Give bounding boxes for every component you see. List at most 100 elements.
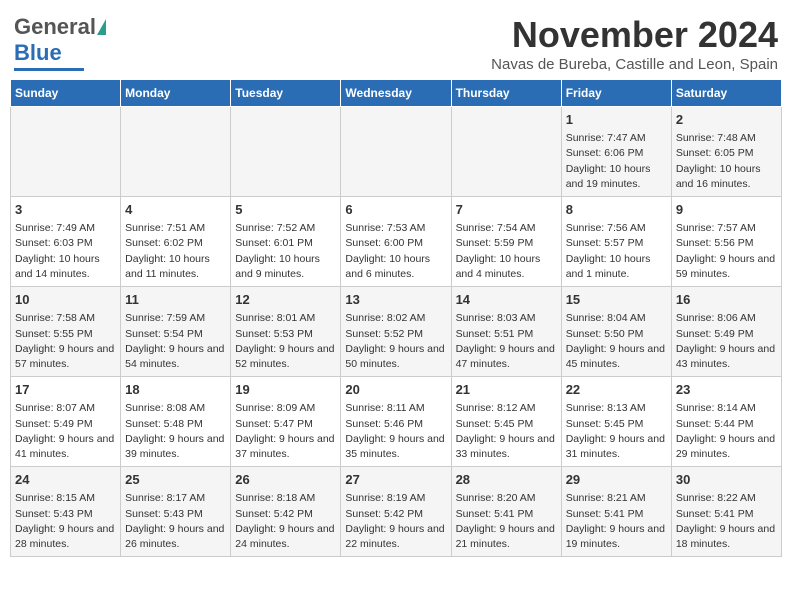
- day-number: 16: [676, 291, 777, 309]
- day-number: 27: [345, 471, 446, 489]
- day-number: 2: [676, 111, 777, 129]
- day-info: Sunrise: 8:08 AMSunset: 5:48 PMDaylight:…: [125, 401, 226, 462]
- calendar-cell: 1 Sunrise: 7:47 AMSunset: 6:06 PMDaylight…: [561, 107, 671, 197]
- day-info: Sunrise: 8:13 AMSunset: 5:45 PMDaylight:…: [566, 401, 667, 462]
- day-number: 14: [456, 291, 557, 309]
- calendar-cell: 23 Sunrise: 8:14 AMSunset: 5:44 PMDayligh…: [671, 377, 781, 467]
- day-info: Sunrise: 8:17 AMSunset: 5:43 PMDaylight:…: [125, 491, 226, 552]
- calendar-cell: 17Sunrise: 8:07 AMSunset: 5:49 PMDayligh…: [11, 377, 121, 467]
- calendar-cell: 10 Sunrise: 7:58 AMSunset: 5:55 PMDayligh…: [11, 287, 121, 377]
- day-info: Sunrise: 8:04 AMSunset: 5:50 PMDaylight:…: [566, 311, 667, 372]
- day-number: 13: [345, 291, 446, 309]
- calendar-cell: 12Sunrise: 8:01 AMSunset: 5:53 PMDayligh…: [231, 287, 341, 377]
- day-info: Sunrise: 8:22 AMSunset: 5:41 PMDaylight:…: [676, 491, 777, 552]
- day-info: Sunrise: 7:52 AMSunset: 6:01 PMDaylight:…: [235, 221, 336, 282]
- day-info: Sunrise: 7:48 AMSunset: 6:05 PMDaylight:…: [676, 131, 777, 192]
- logo-blue-text: Blue: [14, 40, 62, 66]
- calendar-cell: 30 Sunrise: 8:22 AMSunset: 5:41 PMDayligh…: [671, 467, 781, 557]
- day-info: Sunrise: 8:06 AMSunset: 5:49 PMDaylight:…: [676, 311, 777, 372]
- logo-general-text: General: [14, 14, 96, 40]
- day-number: 24: [15, 471, 116, 489]
- title-area: November 2024 Navas de Bureba, Castille …: [491, 14, 778, 73]
- day-info: Sunrise: 8:03 AMSunset: 5:51 PMDaylight:…: [456, 311, 557, 372]
- day-info: Sunrise: 7:54 AMSunset: 5:59 PMDaylight:…: [456, 221, 557, 282]
- calendar-cell: [11, 107, 121, 197]
- day-number: 5: [235, 201, 336, 219]
- calendar-cell: 22 Sunrise: 8:13 AMSunset: 5:45 PMDayligh…: [561, 377, 671, 467]
- calendar-cell: 4 Sunrise: 7:51 AMSunset: 6:02 PMDaylight…: [121, 197, 231, 287]
- calendar-cell: 5 Sunrise: 7:52 AMSunset: 6:01 PMDaylight…: [231, 197, 341, 287]
- day-info: Sunrise: 8:18 AMSunset: 5:42 PMDaylight:…: [235, 491, 336, 552]
- day-number: 4: [125, 201, 226, 219]
- calendar-cell: 9Sunrise: 7:57 AMSunset: 5:56 PMDaylight…: [671, 197, 781, 287]
- calendar-cell: 18 Sunrise: 8:08 AMSunset: 5:48 PMDayligh…: [121, 377, 231, 467]
- day-number: 20: [345, 381, 446, 399]
- day-number: 1: [566, 111, 667, 129]
- calendar-week-row: 17Sunrise: 8:07 AMSunset: 5:49 PMDayligh…: [11, 377, 782, 467]
- calendar-cell: 11 Sunrise: 7:59 AMSunset: 5:54 PMDayligh…: [121, 287, 231, 377]
- calendar-cell: [231, 107, 341, 197]
- day-info: Sunrise: 8:01 AMSunset: 5:53 PMDaylight:…: [235, 311, 336, 372]
- day-info: Sunrise: 7:58 AMSunset: 5:55 PMDaylight:…: [15, 311, 116, 372]
- day-number: 18: [125, 381, 226, 399]
- calendar-day-header: Sunday: [11, 80, 121, 107]
- day-number: 15: [566, 291, 667, 309]
- day-info: Sunrise: 7:56 AMSunset: 5:57 PMDaylight:…: [566, 221, 667, 282]
- day-number: 11: [125, 291, 226, 309]
- day-info: Sunrise: 7:59 AMSunset: 5:54 PMDaylight:…: [125, 311, 226, 372]
- logo: General Blue: [14, 14, 107, 71]
- calendar-day-header: Monday: [121, 80, 231, 107]
- day-info: Sunrise: 7:51 AMSunset: 6:02 PMDaylight:…: [125, 221, 226, 282]
- calendar-cell: 7 Sunrise: 7:54 AMSunset: 5:59 PMDaylight…: [451, 197, 561, 287]
- day-info: Sunrise: 8:19 AMSunset: 5:42 PMDaylight:…: [345, 491, 446, 552]
- day-info: Sunrise: 7:53 AMSunset: 6:00 PMDaylight:…: [345, 221, 446, 282]
- day-number: 17: [15, 381, 116, 399]
- location-subtitle: Navas de Bureba, Castille and Leon, Spai…: [491, 56, 778, 73]
- calendar-cell: 19Sunrise: 8:09 AMSunset: 5:47 PMDayligh…: [231, 377, 341, 467]
- day-info: Sunrise: 8:14 AMSunset: 5:44 PMDaylight:…: [676, 401, 777, 462]
- calendar-cell: 21Sunrise: 8:12 AMSunset: 5:45 PMDayligh…: [451, 377, 561, 467]
- calendar-week-row: 10 Sunrise: 7:58 AMSunset: 5:55 PMDayligh…: [11, 287, 782, 377]
- calendar-table: SundayMondayTuesdayWednesdayThursdayFrid…: [10, 79, 782, 557]
- day-number: 10: [15, 291, 116, 309]
- day-number: 25: [125, 471, 226, 489]
- day-number: 30: [676, 471, 777, 489]
- day-number: 19: [235, 381, 336, 399]
- calendar-day-header: Thursday: [451, 80, 561, 107]
- calendar-cell: 26 Sunrise: 8:18 AMSunset: 5:42 PMDayligh…: [231, 467, 341, 557]
- day-number: 28: [456, 471, 557, 489]
- calendar-cell: 25 Sunrise: 8:17 AMSunset: 5:43 PMDayligh…: [121, 467, 231, 557]
- calendar-cell: 2 Sunrise: 7:48 AMSunset: 6:05 PMDaylight…: [671, 107, 781, 197]
- day-info: Sunrise: 8:21 AMSunset: 5:41 PMDaylight:…: [566, 491, 667, 552]
- day-info: Sunrise: 8:20 AMSunset: 5:41 PMDaylight:…: [456, 491, 557, 552]
- calendar-week-row: 24 Sunrise: 8:15 AMSunset: 5:43 PMDayligh…: [11, 467, 782, 557]
- day-number: 7: [456, 201, 557, 219]
- logo-triangle-icon: [97, 19, 106, 35]
- day-number: 26: [235, 471, 336, 489]
- calendar-cell: 29Sunrise: 8:21 AMSunset: 5:41 PMDayligh…: [561, 467, 671, 557]
- calendar-week-row: 1 Sunrise: 7:47 AMSunset: 6:06 PMDaylight…: [11, 107, 782, 197]
- calendar-cell: [341, 107, 451, 197]
- day-info: Sunrise: 8:15 AMSunset: 5:43 PMDaylight:…: [15, 491, 116, 552]
- month-title: November 2024: [491, 14, 778, 56]
- day-info: Sunrise: 8:02 AMSunset: 5:52 PMDaylight:…: [345, 311, 446, 372]
- header: General Blue November 2024 Navas de Bure…: [10, 10, 782, 73]
- day-number: 9: [676, 201, 777, 219]
- day-number: 23: [676, 381, 777, 399]
- logo-underline: [14, 68, 84, 71]
- calendar-day-header: Saturday: [671, 80, 781, 107]
- calendar-cell: 20Sunrise: 8:11 AMSunset: 5:46 PMDayligh…: [341, 377, 451, 467]
- calendar-week-row: 3Sunrise: 7:49 AMSunset: 6:03 PMDaylight…: [11, 197, 782, 287]
- day-info: Sunrise: 8:12 AMSunset: 5:45 PMDaylight:…: [456, 401, 557, 462]
- calendar-cell: [121, 107, 231, 197]
- day-info: Sunrise: 7:47 AMSunset: 6:06 PMDaylight:…: [566, 131, 667, 192]
- calendar-cell: 24 Sunrise: 8:15 AMSunset: 5:43 PMDayligh…: [11, 467, 121, 557]
- calendar-cell: 13 Sunrise: 8:02 AMSunset: 5:52 PMDayligh…: [341, 287, 451, 377]
- calendar-header-row: SundayMondayTuesdayWednesdayThursdayFrid…: [11, 80, 782, 107]
- calendar-cell: 3Sunrise: 7:49 AMSunset: 6:03 PMDaylight…: [11, 197, 121, 287]
- calendar-cell: 27 Sunrise: 8:19 AMSunset: 5:42 PMDayligh…: [341, 467, 451, 557]
- calendar-body: 1 Sunrise: 7:47 AMSunset: 6:06 PMDaylight…: [11, 107, 782, 557]
- day-info: Sunrise: 7:49 AMSunset: 6:03 PMDaylight:…: [15, 221, 116, 282]
- day-number: 22: [566, 381, 667, 399]
- calendar-day-header: Wednesday: [341, 80, 451, 107]
